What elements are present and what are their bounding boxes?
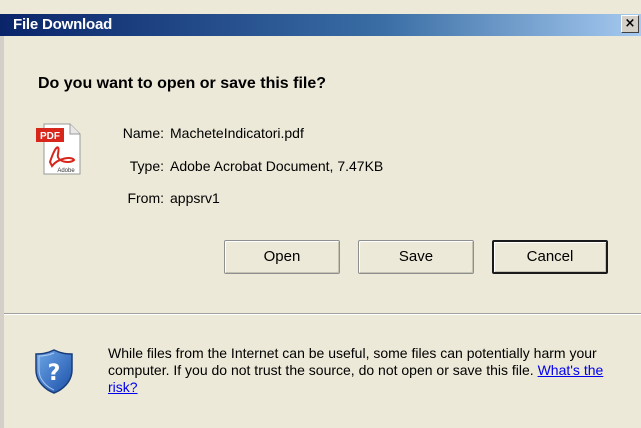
pdf-icon-caption: Adobe <box>57 168 75 174</box>
file-name-value: MacheteIndicatori.pdf <box>170 125 304 141</box>
file-download-dialog: File Download × Do you want to open or s… <box>0 0 641 428</box>
name-label: Name: <box>122 125 164 141</box>
title-bar[interactable]: File Download × <box>0 14 641 36</box>
save-button[interactable]: Save <box>358 240 474 274</box>
cancel-button[interactable]: Cancel <box>492 240 608 274</box>
close-button[interactable]: × <box>621 15 639 33</box>
close-icon: × <box>624 16 636 31</box>
pdf-file-icon: PDF Adobe <box>36 123 81 175</box>
from-label: From: <box>127 190 164 206</box>
pdf-icon-badge: PDF <box>40 131 60 142</box>
dialog-question: Do you want to open or save this file? <box>38 75 327 92</box>
window-title: File Download <box>13 16 113 33</box>
separator-highlight <box>4 314 641 315</box>
shield-question-mark: ? <box>48 361 61 386</box>
security-shield-icon: ? <box>35 349 73 394</box>
file-from-value: appsrv1 <box>170 190 220 206</box>
security-warning: While files from the Internet can be use… <box>108 345 628 396</box>
type-label: Type: <box>129 158 164 174</box>
window-left-edge <box>0 36 4 428</box>
file-type-value: Adobe Acrobat Document, 7.47KB <box>170 158 384 174</box>
warning-text: While files from the Internet can be use… <box>108 345 597 378</box>
open-button[interactable]: Open <box>224 240 340 274</box>
